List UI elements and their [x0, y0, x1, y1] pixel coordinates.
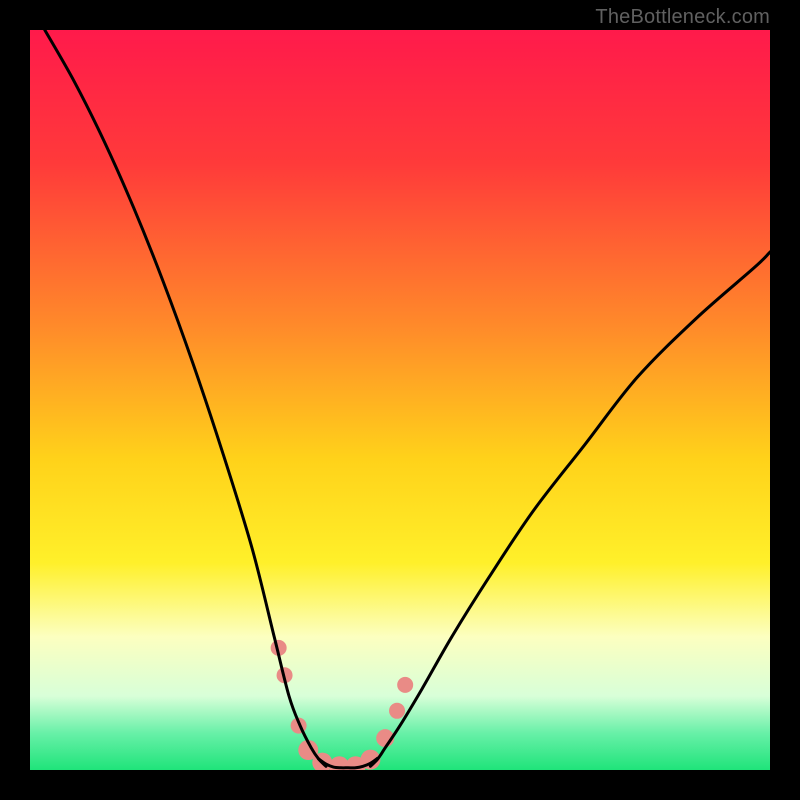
watermark-text: TheBottleneck.com: [595, 6, 770, 29]
chart-frame: TheBottleneck.com: [0, 0, 800, 800]
left-curve: [45, 30, 326, 766]
valley-marker: [389, 703, 405, 719]
valley-marker: [397, 677, 413, 693]
chart-curves: [30, 30, 770, 770]
right-curve: [370, 252, 770, 766]
plot-area: [30, 30, 770, 770]
